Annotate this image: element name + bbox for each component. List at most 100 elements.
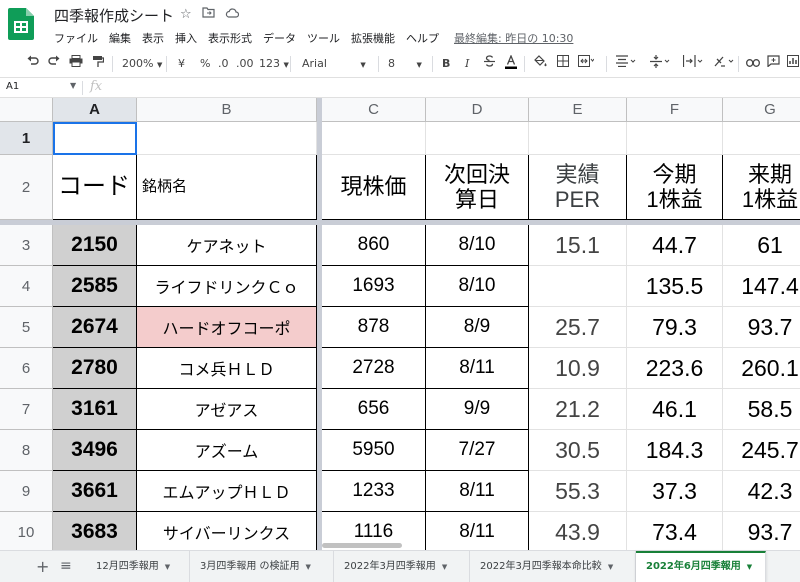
last-edit-link[interactable]: 最終編集: 昨日の 10:30 xyxy=(454,30,573,48)
sheet-tab-5[interactable]: 2022年6月四季報用 ▼ xyxy=(636,551,766,582)
cell-d9[interactable]: 8/11 xyxy=(426,471,529,512)
frozen-column-divider[interactable] xyxy=(317,98,322,550)
cell-f2[interactable]: 今期 1株益 xyxy=(627,155,723,220)
sheet-tab-3[interactable]: 2022年3月四季報用 ▼ xyxy=(334,551,470,582)
cell-f4[interactable]: 135.5 xyxy=(627,266,723,307)
cell-a6[interactable]: 2780 xyxy=(53,348,137,389)
row-header-6[interactable]: 6 xyxy=(0,348,53,389)
chevron-down-icon[interactable]: ▼ xyxy=(442,563,447,571)
column-header-c[interactable]: C xyxy=(322,98,426,122)
menu-edit[interactable]: 編集 xyxy=(109,30,131,48)
cell-f10[interactable]: 73.4 xyxy=(627,512,723,550)
cell-d3[interactable]: 8/10 xyxy=(426,225,529,266)
chevron-down-icon[interactable]: ▼ xyxy=(165,563,170,571)
cell-a3[interactable]: 2150 xyxy=(53,225,137,266)
cell-d7[interactable]: 9/9 xyxy=(426,389,529,430)
vertical-align-icon[interactable] xyxy=(650,55,670,73)
menu-tools[interactable]: ツール xyxy=(307,30,340,48)
cell-e1[interactable] xyxy=(529,122,627,155)
cloud-status-icon[interactable] xyxy=(225,7,240,22)
cell-f3[interactable]: 44.7 xyxy=(627,225,723,266)
cell-f1[interactable] xyxy=(627,122,723,155)
more-formats-button[interactable]: 123 ▼ xyxy=(259,55,289,73)
cell-e8[interactable]: 30.5 xyxy=(529,430,627,471)
cell-b10[interactable]: サイバーリンクス xyxy=(137,512,317,550)
cell-b6[interactable]: コメ兵ＨＬＤ xyxy=(137,348,317,389)
cell-e5[interactable]: 25.7 xyxy=(529,307,627,348)
all-sheets-menu-icon[interactable]: ≡ xyxy=(60,558,72,574)
sheets-logo-icon[interactable] xyxy=(8,8,34,40)
font-select[interactable]: Arial ▼ xyxy=(302,55,366,73)
percent-format-button[interactable]: % xyxy=(200,55,210,73)
strikethrough-icon[interactable] xyxy=(484,55,495,73)
cell-g9[interactable]: 42.3 xyxy=(723,471,800,512)
horizontal-align-icon[interactable] xyxy=(616,55,636,73)
cell-b7[interactable]: アゼアス xyxy=(137,389,317,430)
bold-button[interactable]: B xyxy=(442,55,450,73)
cell-f6[interactable]: 223.6 xyxy=(627,348,723,389)
cell-b5[interactable]: ハードオフコーポ xyxy=(137,307,317,348)
menu-format[interactable]: 表示形式 xyxy=(208,30,252,48)
menu-view[interactable]: 表示 xyxy=(142,30,164,48)
currency-format-button[interactable]: ¥ xyxy=(178,55,185,73)
cell-g7[interactable]: 58.5 xyxy=(723,389,800,430)
cell-c7[interactable]: 656 xyxy=(322,389,426,430)
spreadsheet-grid[interactable]: ABCDEFG 1 2 3 4 5 6 7 8 9 10 コード 銘柄名 現株価 次回決 算日 実績 PE… xyxy=(0,98,800,550)
cell-f8[interactable]: 184.3 xyxy=(627,430,723,471)
zoom-select[interactable]: 200% ▼ xyxy=(122,55,162,73)
cell-e9[interactable]: 55.3 xyxy=(529,471,627,512)
row-header-2[interactable]: 2 xyxy=(0,155,53,220)
cell-f7[interactable]: 46.1 xyxy=(627,389,723,430)
column-header-f[interactable]: F xyxy=(627,98,723,122)
cell-c1[interactable] xyxy=(322,122,426,155)
column-header-g[interactable]: G xyxy=(723,98,800,122)
sheet-tab-4[interactable]: 2022年3月四季報本命比較 ▼ xyxy=(470,551,636,582)
cell-a2[interactable]: コード xyxy=(53,155,137,220)
horizontal-scrollbar[interactable] xyxy=(322,543,402,548)
cell-e7[interactable]: 21.2 xyxy=(529,389,627,430)
cell-a1[interactable] xyxy=(53,122,137,155)
cell-e3[interactable]: 15.1 xyxy=(529,225,627,266)
cell-a9[interactable]: 3661 xyxy=(53,471,137,512)
chevron-down-icon[interactable]: ▼ xyxy=(70,81,76,90)
row-header-10[interactable]: 10 xyxy=(0,512,53,550)
frozen-row-divider[interactable] xyxy=(0,220,800,225)
cell-d10[interactable]: 8/11 xyxy=(426,512,529,550)
cell-g6[interactable]: 260.1 xyxy=(723,348,800,389)
column-header-d[interactable]: D xyxy=(426,98,529,122)
menu-help[interactable]: ヘルプ xyxy=(406,30,439,48)
redo-icon[interactable] xyxy=(48,55,61,73)
cell-b8[interactable]: アズーム xyxy=(137,430,317,471)
cell-c3[interactable]: 860 xyxy=(322,225,426,266)
sheet-tab-1[interactable]: 12月四季報用 ▼ xyxy=(86,551,190,582)
row-header-5[interactable]: 5 xyxy=(0,307,53,348)
fill-color-icon[interactable] xyxy=(534,55,547,73)
chevron-down-icon[interactable]: ▼ xyxy=(608,563,613,571)
row-header-1[interactable]: 1 xyxy=(0,122,53,155)
cell-f9[interactable]: 37.3 xyxy=(627,471,723,512)
cell-b9[interactable]: エムアップＨＬＤ xyxy=(137,471,317,512)
select-all-corner[interactable] xyxy=(0,98,53,122)
cell-e6[interactable]: 10.9 xyxy=(529,348,627,389)
row-header-7[interactable]: 7 xyxy=(0,389,53,430)
insert-link-icon[interactable] xyxy=(746,55,760,73)
cell-c6[interactable]: 2728 xyxy=(322,348,426,389)
move-folder-icon[interactable] xyxy=(202,7,215,22)
document-title[interactable]: 四季報作成シート xyxy=(54,5,174,26)
sheet-tab-2[interactable]: 3月四季報用 の検証用 ▼ xyxy=(190,551,334,582)
cell-a5[interactable]: 2674 xyxy=(53,307,137,348)
star-icon[interactable]: ☆ xyxy=(180,7,192,22)
text-wrap-icon[interactable] xyxy=(682,55,703,73)
cell-e2[interactable]: 実績 PER xyxy=(529,155,627,220)
cell-c2[interactable]: 現株価 xyxy=(322,155,426,220)
cell-c4[interactable]: 1693 xyxy=(322,266,426,307)
cell-c9[interactable]: 1233 xyxy=(322,471,426,512)
paint-format-icon[interactable] xyxy=(92,55,105,73)
borders-icon[interactable] xyxy=(557,55,569,73)
cell-b2[interactable]: 銘柄名 xyxy=(137,155,317,220)
cell-g8[interactable]: 245.7 xyxy=(723,430,800,471)
column-header-b[interactable]: B xyxy=(137,98,317,122)
row-header-4[interactable]: 4 xyxy=(0,266,53,307)
cell-d5[interactable]: 8/9 xyxy=(426,307,529,348)
cell-g4[interactable]: 147.4 xyxy=(723,266,800,307)
